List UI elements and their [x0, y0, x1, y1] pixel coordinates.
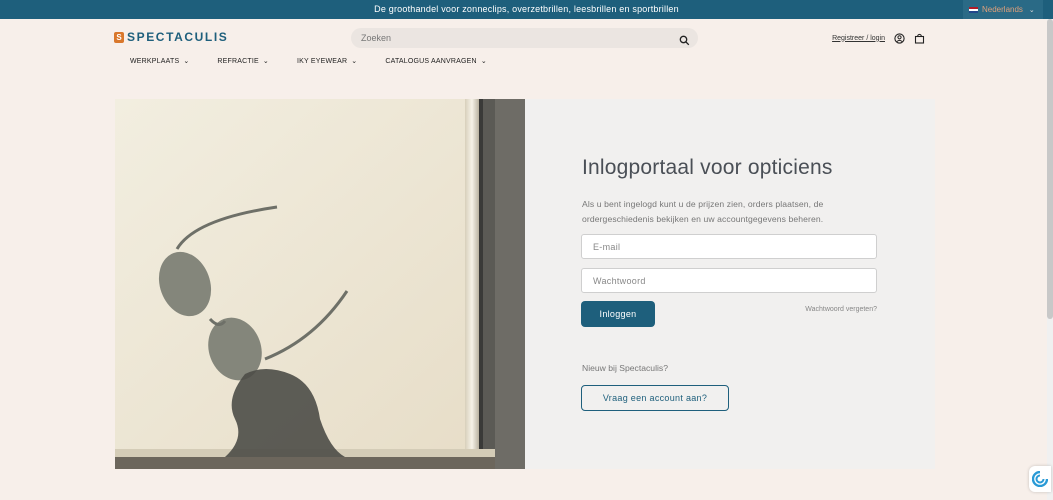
- scrollbar-thumb[interactable]: [1047, 19, 1053, 319]
- shopping-bag-icon[interactable]: [913, 32, 925, 44]
- logo-mark: S: [114, 31, 124, 43]
- main-nav: WERKPLAATS ⌄ REFRACTIE ⌄ IKY EYEWEAR ⌄ C…: [130, 57, 515, 66]
- search-icon[interactable]: [679, 33, 690, 45]
- email-field[interactable]: [581, 234, 877, 259]
- announcement-text: De groothandel voor zonneclips, overzetb…: [374, 4, 679, 14]
- register-login-link[interactable]: Registreer / login: [832, 35, 885, 42]
- netherlands-flag-icon: [969, 6, 978, 13]
- nav-item-label: REFRACTIE: [217, 57, 259, 65]
- hero-image: [115, 99, 525, 469]
- announcement-bar: De groothandel voor zonneclips, overzetb…: [0, 0, 1053, 19]
- page-title: Inlogportaal voor opticiens: [582, 156, 833, 179]
- language-label: Nederlands: [982, 5, 1023, 14]
- request-account-button[interactable]: Vraag een account aan?: [581, 385, 729, 411]
- nav-item-label: IKY EYEWEAR: [296, 57, 348, 65]
- site-logo[interactable]: S SPECTACULIS: [114, 30, 228, 44]
- chevron-down-icon: ⌄: [1028, 6, 1035, 14]
- account-area: Registreer / login: [832, 32, 925, 44]
- login-button[interactable]: Inloggen: [581, 301, 655, 327]
- chevron-down-icon: ⌄: [262, 58, 269, 65]
- login-intro-text: Als u bent ingelogd kunt u de prijzen zi…: [582, 199, 824, 224]
- forgot-password-link[interactable]: Wachtwoord vergeten?: [805, 306, 877, 313]
- nav-item-label: CATALOGUS AANVRAGEN: [385, 57, 477, 65]
- search-input[interactable]: [361, 33, 679, 43]
- search-bar: [351, 28, 698, 48]
- password-field[interactable]: [581, 268, 877, 293]
- chat-widget-icon[interactable]: [1029, 466, 1051, 492]
- nav-item-refractie[interactable]: REFRACTIE ⌄: [217, 57, 269, 66]
- nav-item-label: WERKPLAATS: [130, 57, 180, 65]
- user-circle-icon[interactable]: [893, 32, 905, 44]
- nav-item-catalogus-aanvragen[interactable]: CATALOGUS AANVRAGEN ⌄: [385, 57, 487, 66]
- new-customer-label: Nieuw bij Spectaculis?: [582, 363, 668, 373]
- nav-item-iky-eyewear[interactable]: IKY EYEWEAR ⌄: [296, 57, 358, 66]
- chevron-down-icon: ⌄: [351, 58, 358, 65]
- chevron-down-icon: ⌄: [480, 58, 487, 65]
- chevron-down-icon: ⌄: [183, 58, 190, 65]
- logo-text: SPECTACULIS: [127, 30, 229, 44]
- language-selector[interactable]: Nederlands ⌄: [963, 0, 1043, 19]
- nav-item-werkplaats[interactable]: WERKPLAATS ⌄: [130, 57, 190, 66]
- login-panel: Inlogportaal voor opticiens Als u bent i…: [525, 99, 935, 469]
